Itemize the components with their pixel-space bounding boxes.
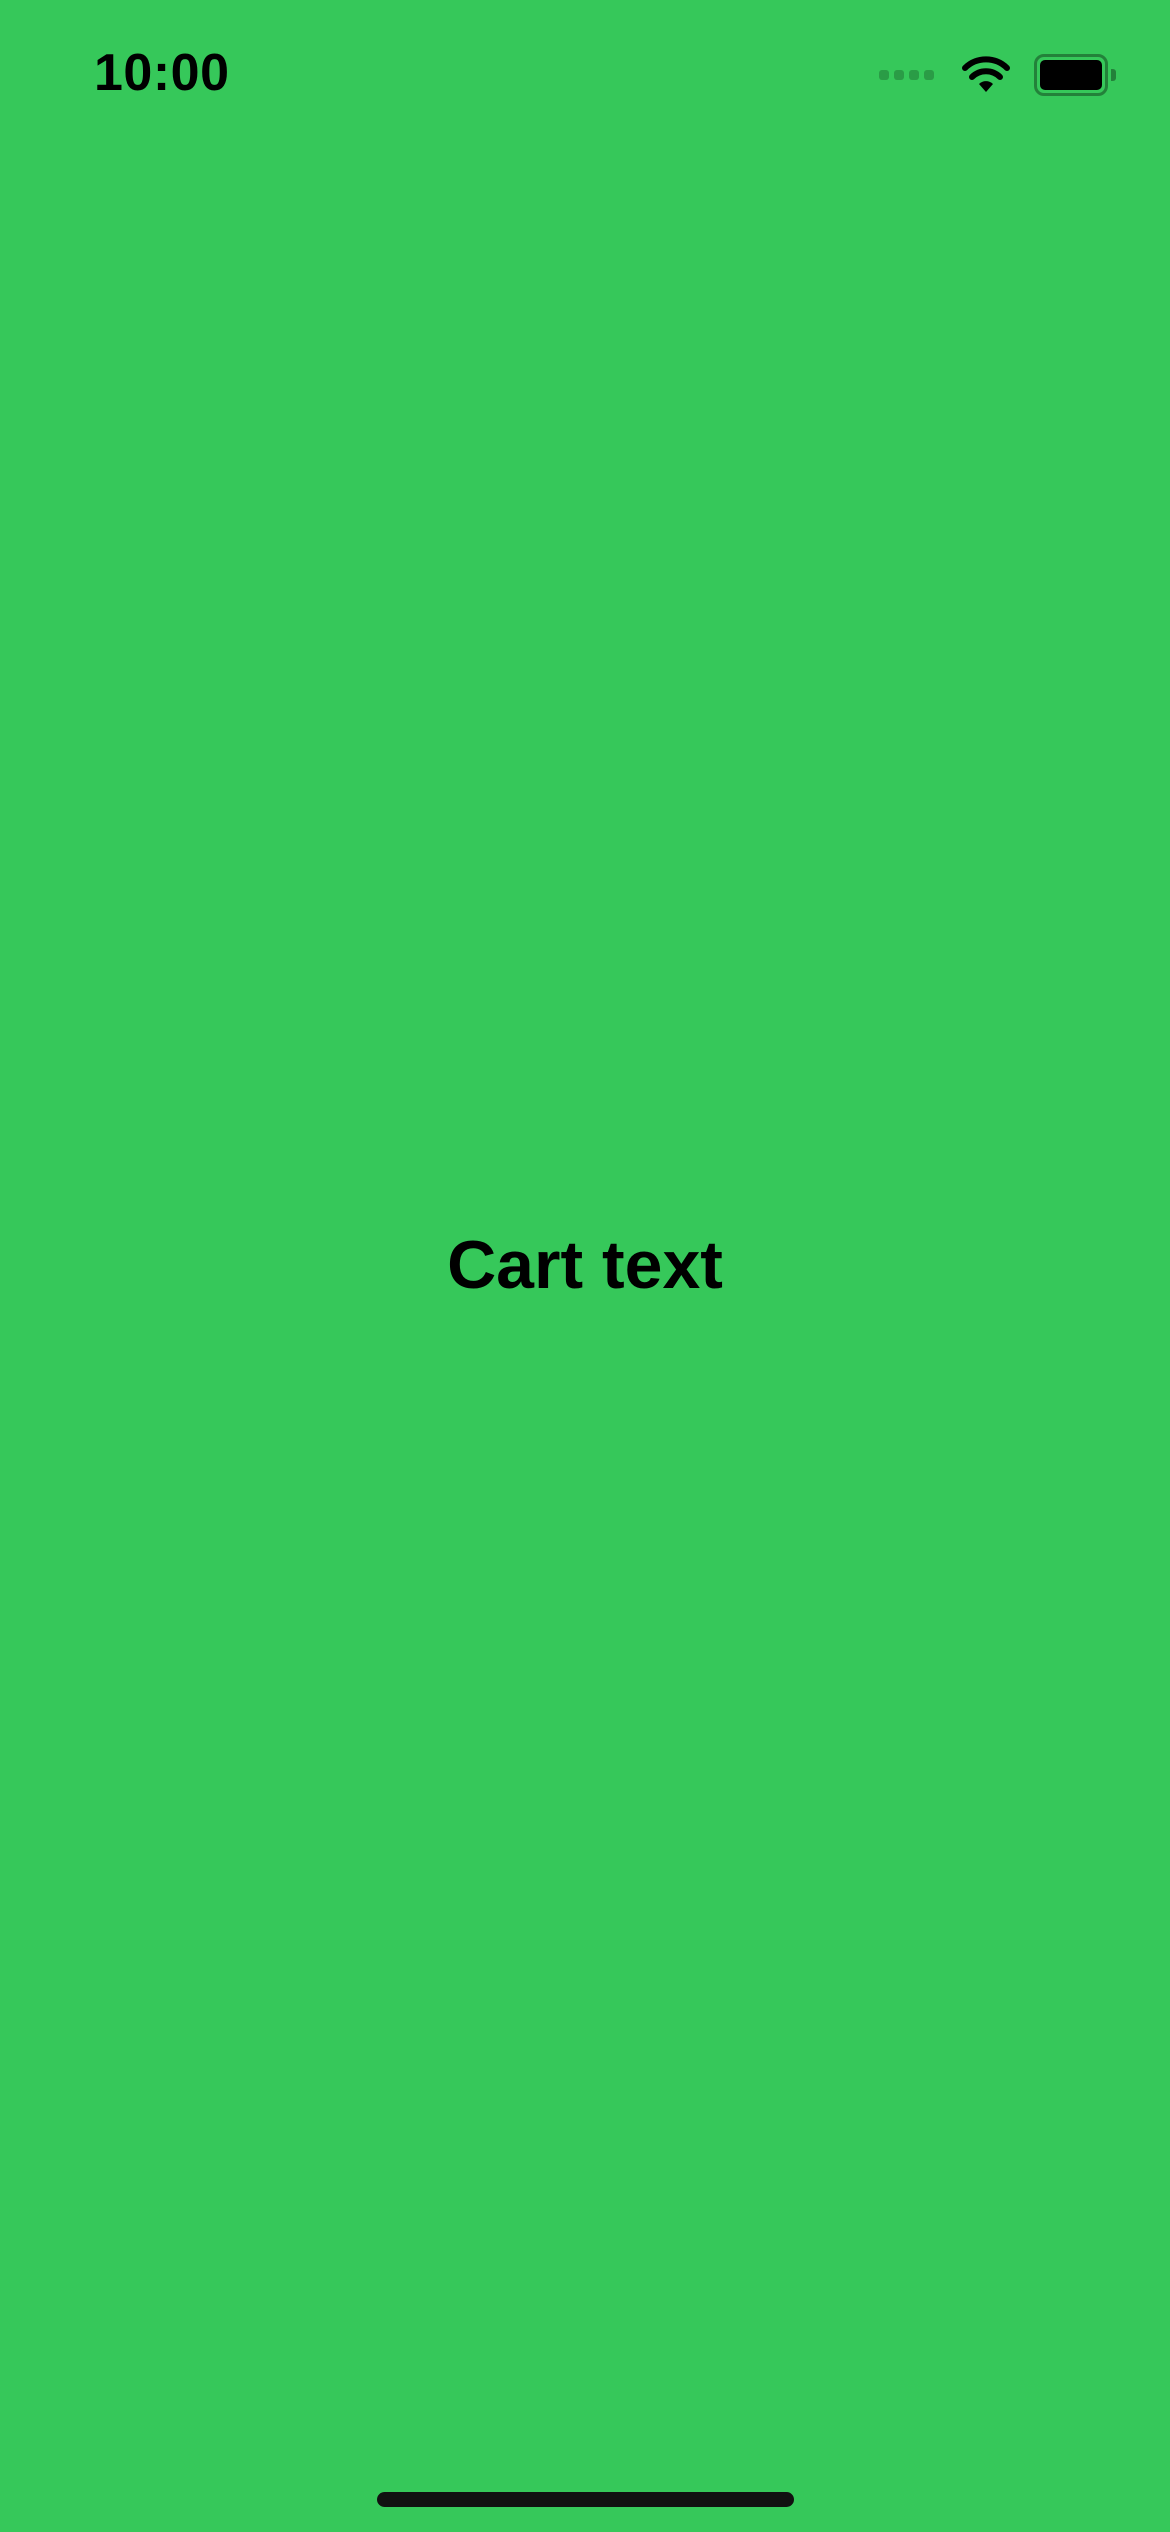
cart-title: Cart text <box>447 1227 723 1303</box>
home-indicator[interactable] <box>377 2492 794 2507</box>
battery-icon <box>1034 54 1116 96</box>
status-time: 10:00 <box>94 44 230 102</box>
wifi-icon <box>960 56 1012 94</box>
app-screen: 10:00 Cart text <box>0 0 1170 2532</box>
battery-level-fill <box>1040 60 1102 90</box>
cellular-signal-icon <box>879 70 934 80</box>
status-bar: 10:00 <box>0 0 1170 150</box>
status-icons <box>879 50 1116 100</box>
